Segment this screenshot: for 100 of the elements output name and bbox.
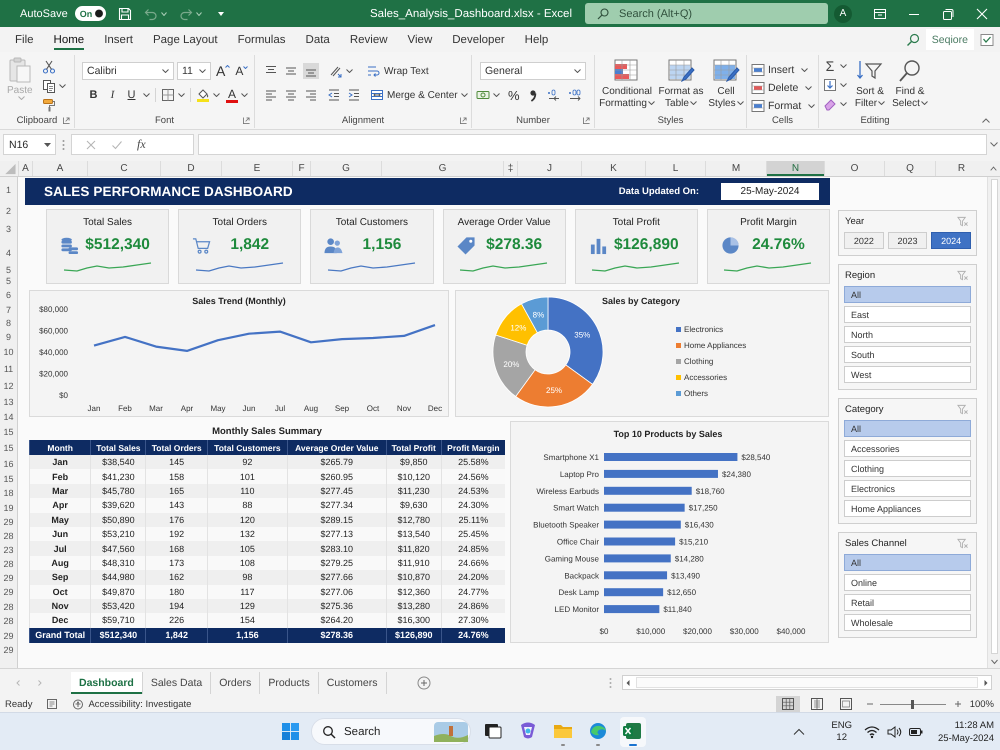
column-header[interactable]: A [18, 161, 32, 176]
column-header[interactable]: G [310, 161, 381, 176]
column-header[interactable]: Q [884, 161, 935, 176]
sheet-tab[interactable]: Sales Data [142, 672, 212, 694]
row-header[interactable]: 12 [0, 378, 17, 394]
slicer-item[interactable]: South [844, 346, 971, 363]
slicer-item[interactable]: Retail [844, 594, 971, 611]
row-header[interactable]: 28 [0, 614, 17, 629]
row-header[interactable]: 18 [0, 486, 17, 501]
slicer-item[interactable]: North [844, 326, 971, 343]
wrap-text-button[interactable]: Wrap Text [367, 64, 429, 78]
slicer-item[interactable]: 2024 [931, 232, 972, 249]
vertical-align-icon[interactable] [303, 63, 319, 79]
slicer-item[interactable]: Wholesale [844, 614, 971, 631]
normal-view-icon[interactable] [776, 696, 800, 712]
slicer-item[interactable]: All [844, 554, 971, 571]
row-header[interactable]: 28 [0, 529, 17, 543]
collapse-ribbon-icon[interactable] [982, 118, 990, 123]
row-header[interactable]: 8 [0, 317, 17, 330]
menu-tab[interactable]: View [398, 27, 442, 52]
column-header[interactable]: D [160, 161, 221, 176]
cells-button[interactable]: Delete [751, 80, 812, 95]
slicer-item[interactable]: 2022 [844, 232, 884, 249]
text-orientation-icon[interactable] [329, 64, 343, 78]
row-header[interactable]: 5 [0, 275, 17, 287]
menu-tab[interactable]: Help [514, 27, 558, 52]
copy-icon[interactable] [42, 79, 56, 93]
scissors-icon[interactable] [42, 60, 56, 74]
caret-icon[interactable] [990, 142, 998, 147]
dialog-launcher-icon[interactable] [460, 117, 467, 124]
caret-icon[interactable] [58, 84, 66, 88]
menu-tab[interactable]: File [5, 27, 44, 52]
row-header[interactable]: 15 [0, 425, 17, 440]
clock-date[interactable]: 25-May-2024 [938, 732, 994, 744]
save-icon[interactable] [118, 6, 132, 20]
share-button[interactable]: Seqiore [926, 29, 974, 50]
dialog-launcher-icon[interactable] [582, 117, 590, 124]
row-header[interactable]: 28 [0, 557, 17, 571]
caret-icon[interactable] [241, 93, 248, 97]
row-header[interactable]: 29 [0, 643, 17, 658]
grow-font-button[interactable]: A [211, 63, 230, 79]
insert-function-button[interactable]: fx [137, 137, 146, 152]
editing-button[interactable]: Sort & Filter [850, 55, 890, 110]
dialog-launcher-icon[interactable] [62, 117, 70, 124]
slicer-item[interactable]: Online [844, 574, 971, 591]
menu-tab[interactable]: Developer [442, 27, 515, 52]
row-header[interactable]: 15 [0, 440, 17, 457]
editing-button[interactable]: Find & Select [890, 55, 930, 110]
row-header[interactable]: 29 [0, 515, 17, 529]
caret-icon[interactable] [178, 93, 185, 97]
column-header[interactable]: A [32, 161, 87, 176]
slicer-item[interactable]: Home Appliances [844, 500, 971, 517]
menu-tab[interactable]: Review [340, 27, 398, 52]
styles-button[interactable]: Cell Styles [705, 55, 747, 110]
sheet-tab[interactable]: Dashboard [71, 672, 143, 694]
banknote-icon[interactable] [476, 88, 490, 102]
keyboard-indicator[interactable]: 12 [836, 732, 847, 744]
menu-tab[interactable]: Page Layout [142, 27, 228, 52]
dialog-launcher-icon[interactable] [242, 117, 250, 124]
menu-tab[interactable]: Data [296, 27, 340, 52]
increase-decimal-icon[interactable] [546, 88, 561, 102]
start-icon[interactable] [282, 723, 299, 740]
row-header[interactable]: 10 [0, 344, 17, 361]
menu-tab[interactable]: Insert [94, 27, 143, 52]
paintbrush-icon[interactable] [42, 98, 56, 112]
zoom-level[interactable]: 100% [970, 698, 994, 710]
sheet-tab[interactable]: Customers [318, 672, 387, 694]
fill-down-icon[interactable] [823, 78, 837, 92]
formula-input[interactable] [198, 134, 987, 155]
maximize-icon[interactable] [941, 6, 955, 20]
font-style-button[interactable]: B [85, 89, 102, 101]
accessibility-status[interactable]: Accessibility: Investigate [88, 698, 192, 710]
eraser-icon[interactable] [823, 97, 837, 111]
decrease-indent-icon[interactable] [326, 87, 342, 103]
row-header[interactable]: 19 [0, 501, 17, 515]
clock-time[interactable]: 11:28 AM [954, 718, 994, 732]
caret-icon[interactable] [196, 12, 202, 16]
search-icon[interactable] [906, 33, 920, 47]
caret-icon[interactable] [460, 93, 468, 97]
column-header[interactable]: F [292, 161, 310, 176]
check-box-icon[interactable] [980, 33, 994, 47]
zoom-in-icon[interactable] [954, 700, 962, 708]
font-size-dropdown[interactable]: 11 [177, 62, 211, 80]
styles-button[interactable]: Format as Table [657, 55, 705, 110]
column-header[interactable]: C [87, 161, 160, 176]
font-style-button[interactable]: I [104, 89, 121, 101]
row-header[interactable]: 1 [0, 177, 17, 204]
autosum-button[interactable]: Σ [823, 59, 837, 73]
caret-icon[interactable] [840, 83, 847, 87]
row-header[interactable]: 3 [0, 218, 17, 241]
column-header[interactable]: K [581, 161, 645, 176]
wifi-icon[interactable] [864, 724, 880, 738]
slicer-item[interactable]: All [844, 286, 971, 303]
vertical-scrollbar[interactable] [987, 177, 1000, 668]
column-header[interactable]: O [824, 161, 884, 176]
column-header[interactable]: R [935, 161, 987, 176]
merge-center-button[interactable]: Merge & Center [370, 88, 458, 102]
row-header[interactable]: 15 [0, 472, 17, 486]
font-family-dropdown[interactable]: Calibri [82, 62, 174, 80]
column-header[interactable]: N [766, 161, 824, 176]
